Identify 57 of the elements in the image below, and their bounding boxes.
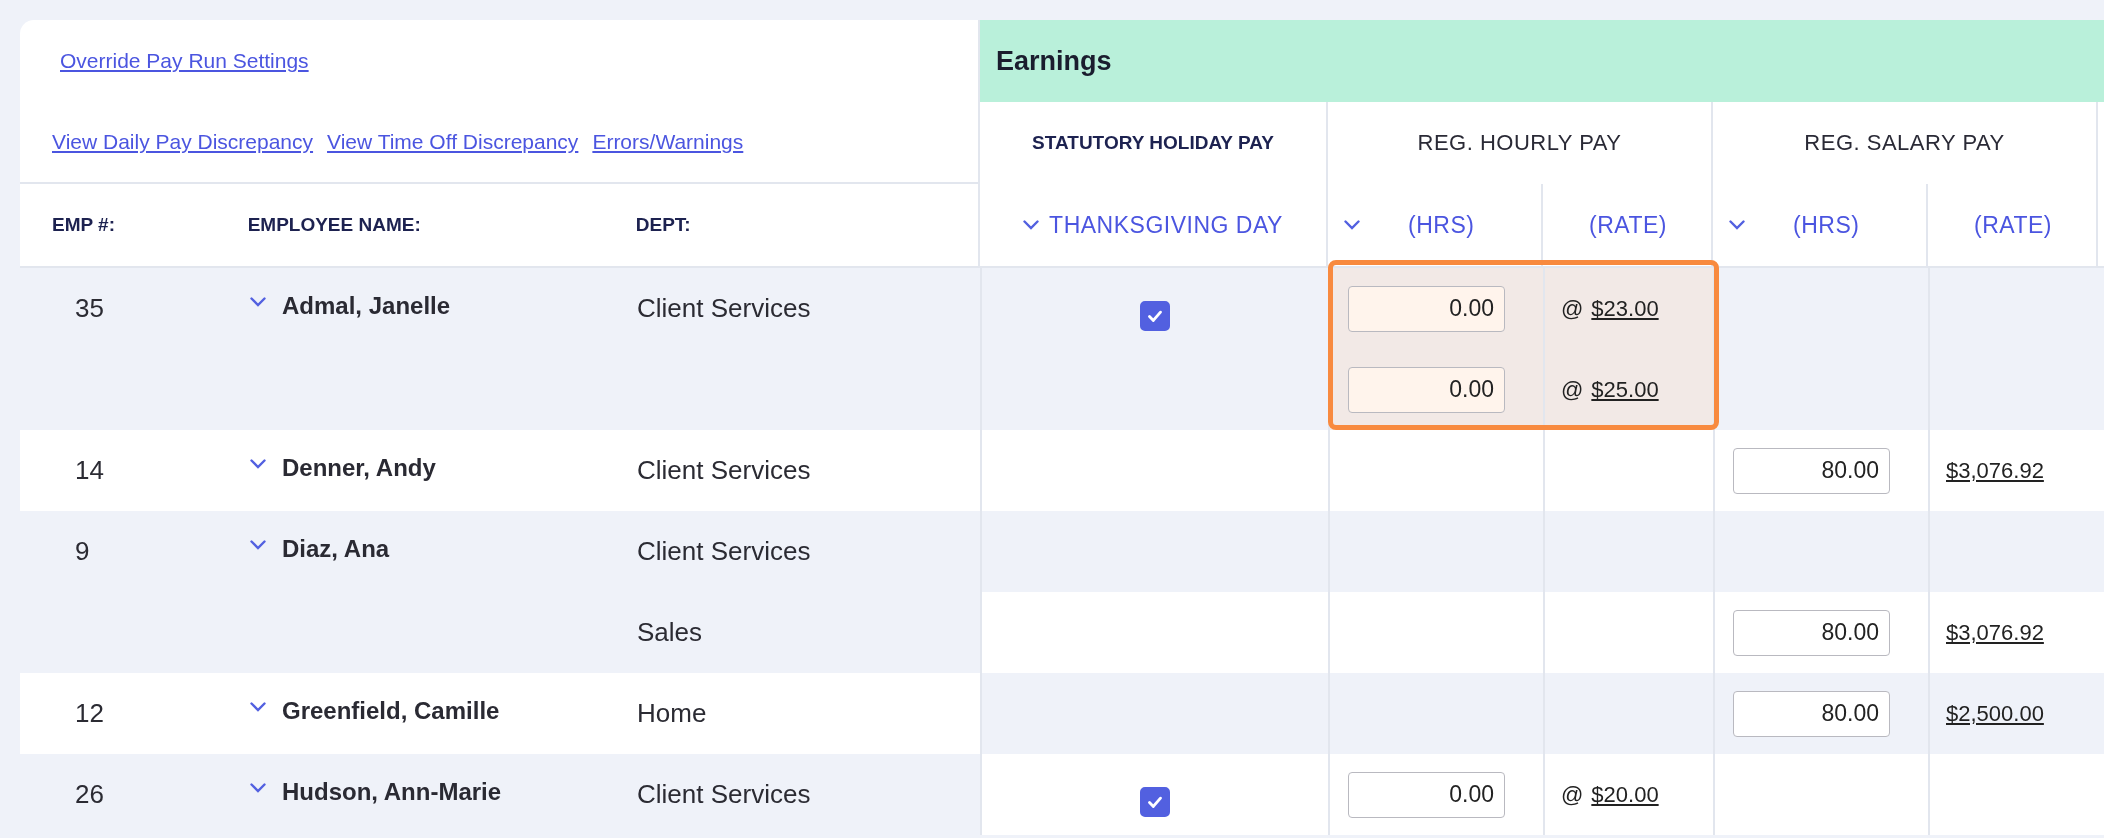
hours-input[interactable]: 80.00 xyxy=(1733,690,1890,737)
checkbox[interactable] xyxy=(1140,786,1170,817)
column-header: EMP #: xyxy=(51,214,116,236)
department: Client Services xyxy=(637,455,811,486)
department: Client Services xyxy=(637,536,811,567)
chevron-down-icon[interactable] xyxy=(250,539,266,550)
chevron-down-icon[interactable] xyxy=(1344,220,1360,230)
rate-link[interactable]: $20.00 xyxy=(1591,781,1659,808)
employee-name[interactable]: Hudson, Ann-Marie xyxy=(282,777,502,806)
rate-link[interactable]: $3,076.92 xyxy=(1946,619,2044,646)
chevron-down-icon[interactable] xyxy=(250,782,266,793)
discrepancy-link[interactable]: View Time Off Discrepancy xyxy=(327,130,579,154)
employee-number: 9 xyxy=(75,536,90,567)
chevron-down-icon[interactable] xyxy=(250,701,266,712)
employee-number: 35 xyxy=(75,293,104,324)
at-sign: @ xyxy=(1561,781,1584,808)
hours-input[interactable]: 0.00 xyxy=(1348,366,1505,413)
column-header[interactable]: (RATE) xyxy=(1928,184,2098,266)
employee-number: 26 xyxy=(75,779,104,810)
hours-input[interactable]: 80.00 xyxy=(1733,447,1890,494)
hours-input[interactable]: 80.00 xyxy=(1733,609,1890,656)
section-title: Earnings xyxy=(996,45,1112,77)
discrepancy-link[interactable]: View Daily Pay Discrepancy xyxy=(52,130,314,154)
department: Home xyxy=(637,698,707,729)
department: Client Services xyxy=(637,293,811,324)
department: Client Services xyxy=(637,779,811,810)
group-header: STATUTORY HOLIDAY PAY xyxy=(1031,131,1275,155)
rate-link[interactable]: $3,076.92 xyxy=(1946,457,2044,484)
column-header: EMPLOYEE NAME: xyxy=(246,214,422,236)
employee-number: 14 xyxy=(75,455,104,486)
hours-input[interactable]: 0.00 xyxy=(1348,285,1505,332)
rate-link[interactable]: $23.00 xyxy=(1591,295,1659,322)
employee-number: 12 xyxy=(75,698,104,729)
chevron-down-icon[interactable] xyxy=(250,458,266,469)
column-header[interactable]: (HRS) xyxy=(1713,184,1928,266)
department: Sales xyxy=(637,617,703,648)
employee-name[interactable]: Greenfield, Camille xyxy=(282,696,500,725)
employee-name[interactable]: Denner, Andy xyxy=(282,453,436,482)
column-header[interactable]: (RATE) xyxy=(1543,184,1713,266)
employee-name[interactable]: Diaz, Ana xyxy=(282,534,390,563)
rate-link[interactable]: $2,500.00 xyxy=(1946,700,2044,727)
group-header: REG. SALARY PAY xyxy=(1803,129,2006,157)
group-header: REG. HOURLY PAY xyxy=(1416,129,1623,157)
discrepancy-link[interactable]: Errors/Warnings xyxy=(592,130,744,154)
chevron-down-icon[interactable] xyxy=(1023,220,1040,230)
employee-name[interactable]: Admal, Janelle xyxy=(282,291,451,320)
chevron-down-icon[interactable] xyxy=(1729,220,1745,230)
column-header: DEPT: xyxy=(634,214,692,236)
rate-link[interactable]: $25.00 xyxy=(1591,376,1659,403)
chevron-down-icon[interactable] xyxy=(250,296,266,307)
hours-input[interactable]: 0.00 xyxy=(1348,771,1505,818)
at-sign: @ xyxy=(1561,295,1584,322)
column-header[interactable]: (HRS) xyxy=(1328,184,1543,266)
at-sign: @ xyxy=(1561,376,1584,403)
column-header[interactable]: THANKSGIVING DAY xyxy=(980,184,1326,266)
checkbox[interactable] xyxy=(1140,300,1170,331)
settings-link[interactable]: Override Pay Run Settings xyxy=(60,49,309,73)
